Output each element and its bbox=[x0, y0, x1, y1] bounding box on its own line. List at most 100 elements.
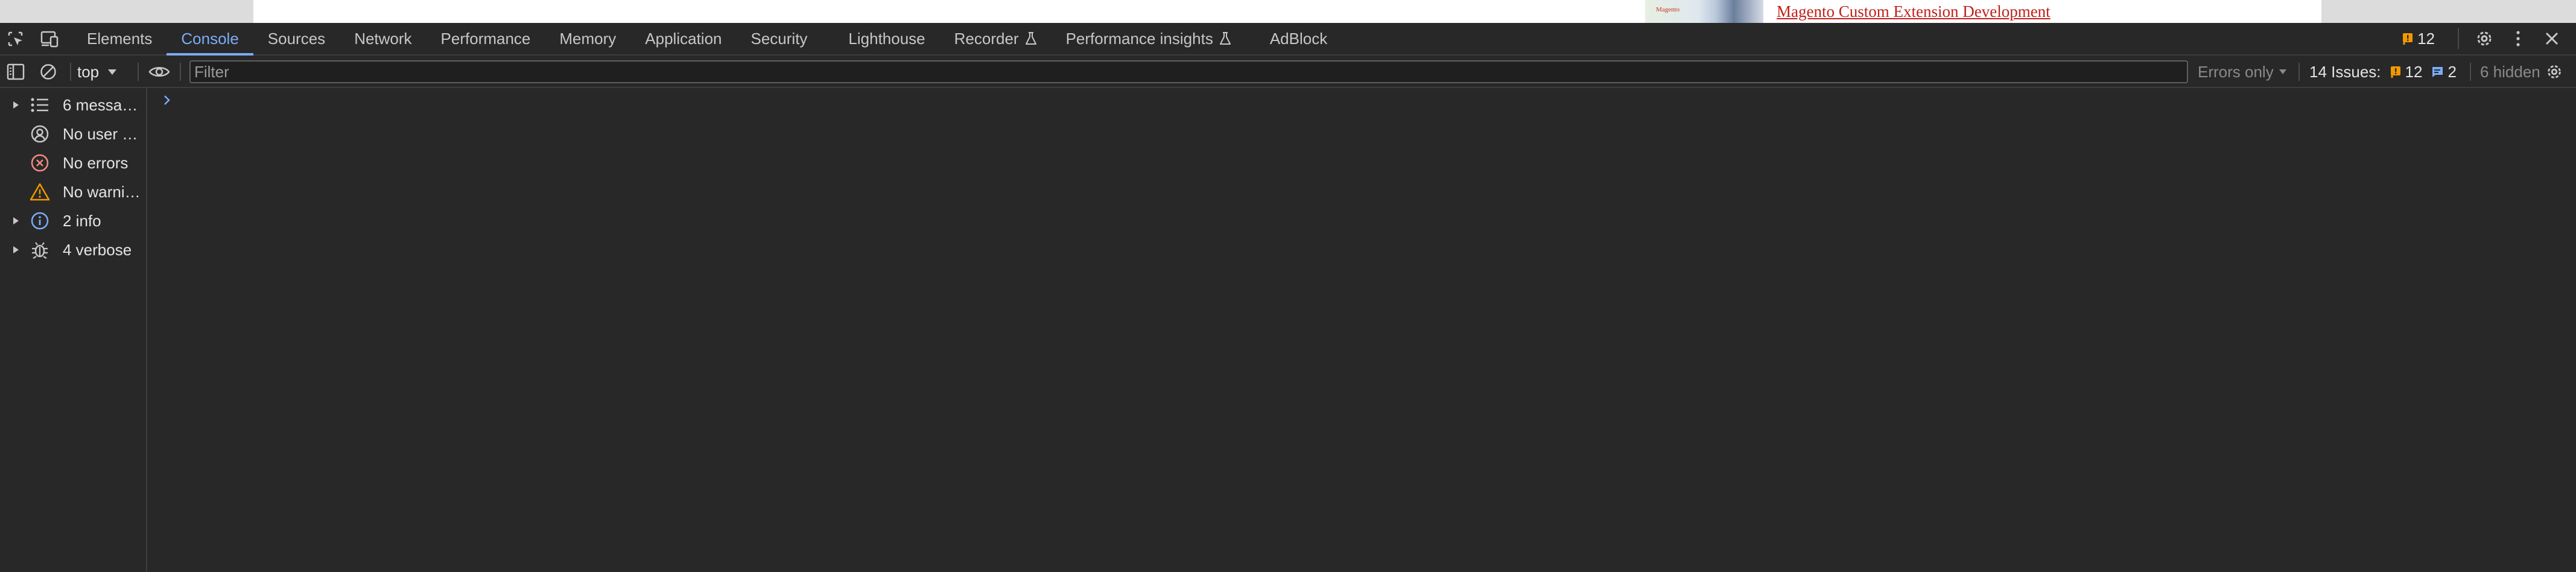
experimental-flask-icon bbox=[1219, 32, 1231, 45]
divider bbox=[138, 63, 139, 81]
clear-icon bbox=[40, 64, 56, 80]
log-levels-value: Errors only bbox=[2198, 62, 2274, 81]
tab-label: Performance bbox=[440, 29, 531, 48]
tab-console[interactable]: Console bbox=[167, 23, 254, 56]
expand-triangle-icon[interactable] bbox=[12, 100, 21, 110]
warning-flag-icon bbox=[2403, 33, 2413, 45]
settings-button[interactable] bbox=[2471, 25, 2498, 52]
tab-label: Memory bbox=[559, 29, 617, 48]
log-levels-dropdown[interactable]: Errors only bbox=[2198, 62, 2287, 82]
inspect-element-button[interactable] bbox=[5, 29, 27, 49]
sidebar-toggle-icon bbox=[7, 63, 25, 80]
issues-badge-count: 12 bbox=[2417, 29, 2435, 48]
tab-label: Network bbox=[354, 29, 412, 48]
gear-icon bbox=[2477, 31, 2492, 46]
tab-elements[interactable]: Elements bbox=[72, 23, 167, 54]
more-options-button[interactable] bbox=[2505, 25, 2531, 52]
tab-application[interactable]: Application bbox=[630, 23, 736, 54]
filter-input[interactable] bbox=[189, 60, 2188, 83]
sidebar-item-label: 4 verbose bbox=[63, 240, 132, 259]
divider bbox=[180, 63, 181, 81]
divider bbox=[70, 63, 71, 81]
tab-performance-insights[interactable]: Performance insights bbox=[1052, 23, 1246, 54]
page-link[interactable]: Magento Custom Extension Development bbox=[1777, 4, 2051, 20]
dropdown-arrow-icon bbox=[2279, 69, 2286, 74]
sidebar-item-info[interactable]: 2 info bbox=[0, 206, 146, 235]
info-message-icon bbox=[2432, 67, 2443, 77]
warning-icon bbox=[29, 181, 51, 203]
more-vert-icon bbox=[2516, 31, 2520, 46]
show-sidebar-button[interactable] bbox=[5, 62, 27, 82]
clear-console-button[interactable] bbox=[37, 62, 59, 82]
sidebar-item-label: 2 info bbox=[63, 211, 101, 230]
eye-icon bbox=[148, 67, 170, 77]
expand-triangle-icon[interactable] bbox=[12, 245, 21, 255]
issues-label: 14 Issues: bbox=[2309, 62, 2381, 81]
tabbar-right-controls: 12 bbox=[2402, 23, 2576, 54]
tab-label: Application bbox=[645, 29, 722, 48]
sidebar-item-verbose[interactable]: 4 verbose bbox=[0, 235, 146, 264]
tab-label: Elements bbox=[87, 29, 153, 48]
device-toolbar-button[interactable] bbox=[39, 29, 60, 49]
context-value: top bbox=[77, 62, 100, 81]
context-selector[interactable]: top bbox=[77, 62, 117, 82]
tab-recorder[interactable]: Recorder bbox=[940, 23, 1052, 54]
divider bbox=[2298, 63, 2300, 81]
experimental-flask-icon bbox=[1025, 32, 1036, 45]
tab-network[interactable]: Network bbox=[340, 23, 426, 54]
issues-warning-count: 12 bbox=[2390, 62, 2423, 81]
tab-lighthouse[interactable]: Lighthouse bbox=[834, 23, 939, 54]
issues-badge-button[interactable]: 12 bbox=[2402, 30, 2435, 48]
live-expression-button[interactable] bbox=[147, 62, 171, 82]
page-thumbnail-image[interactable]: Magento bbox=[1645, 0, 1763, 23]
tab-label: Recorder bbox=[954, 29, 1019, 48]
console-messages-area[interactable] bbox=[147, 88, 2576, 572]
sidebar-item-messages[interactable]: 6 messages bbox=[0, 91, 146, 119]
dropdown-arrow-icon bbox=[108, 69, 117, 75]
tab-performance[interactable]: Performance bbox=[427, 23, 545, 54]
error-icon bbox=[29, 152, 51, 174]
tab-label: Lighthouse bbox=[848, 29, 925, 48]
sidebar-item-label: No errors bbox=[63, 153, 128, 172]
divider bbox=[2470, 63, 2471, 81]
panel-tabs: Elements Console Sources Network Perform… bbox=[72, 23, 1342, 56]
info-icon bbox=[29, 210, 51, 232]
console-settings-button[interactable] bbox=[2543, 62, 2565, 82]
bug-icon bbox=[29, 239, 51, 261]
tab-label: AdBlock bbox=[1269, 29, 1328, 48]
tab-security[interactable]: Security bbox=[737, 23, 834, 54]
sidebar-item-warnings[interactable]: No warnings bbox=[0, 177, 146, 206]
warning-count: 12 bbox=[2405, 62, 2423, 81]
expand-triangle-icon[interactable] bbox=[12, 216, 21, 226]
tab-label: Performance insights bbox=[1065, 29, 1213, 48]
devtools-tabbar: Elements Console Sources Network Perform… bbox=[0, 23, 2576, 56]
thumbnail-text: Magento bbox=[1656, 6, 1680, 13]
inspected-page-strip: Magento Magento Custom Extension Develop… bbox=[0, 0, 2576, 23]
warning-flag-icon bbox=[2390, 66, 2400, 78]
tab-adblock[interactable]: AdBlock bbox=[1246, 23, 1342, 54]
device-toggle-icon bbox=[40, 31, 59, 48]
tab-label: Sources bbox=[267, 29, 326, 48]
info-count: 2 bbox=[2448, 62, 2457, 81]
list-icon bbox=[29, 94, 51, 116]
inspect-element-icon bbox=[8, 31, 23, 46]
hidden-label: 6 hidden bbox=[2480, 62, 2540, 81]
gear-icon bbox=[2548, 65, 2561, 78]
tab-memory[interactable]: Memory bbox=[545, 23, 630, 54]
divider bbox=[2458, 28, 2459, 49]
close-devtools-button[interactable] bbox=[2539, 25, 2565, 52]
sidebar-item-label: No warnings bbox=[63, 182, 146, 201]
user-icon bbox=[29, 123, 51, 145]
issues-info-count: 2 bbox=[2431, 62, 2457, 81]
console-sidebar: 6 messages No user messages No errors bbox=[0, 88, 147, 572]
tab-sources[interactable]: Sources bbox=[253, 23, 340, 54]
sidebar-item-user-messages[interactable]: No user messages bbox=[0, 119, 146, 148]
tab-label: Security bbox=[750, 29, 808, 48]
console-toolbar: top Errors only 14 Issues: 12 bbox=[0, 56, 2576, 88]
sidebar-item-label: No user messages bbox=[63, 124, 146, 143]
hidden-messages-count: 6 hidden bbox=[2480, 62, 2540, 82]
issues-summary-button[interactable]: 14 Issues: 12 2 bbox=[2309, 62, 2457, 82]
close-icon bbox=[2545, 32, 2559, 45]
console-prompt-chevron-icon bbox=[164, 95, 170, 105]
sidebar-item-errors[interactable]: No errors bbox=[0, 148, 146, 177]
